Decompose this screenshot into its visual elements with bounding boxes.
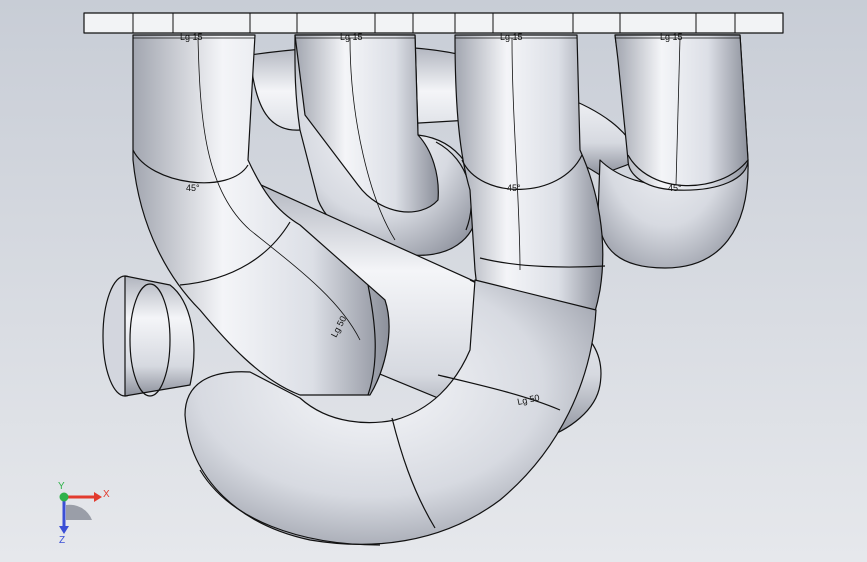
flange-lg-label-1: Lg 15	[180, 32, 203, 42]
model-viewport[interactable]: Lg 15 Lg 15 Lg 15 Lg 15 45° 45° 45° Lg 5…	[0, 0, 867, 562]
axis-y-label: Y	[58, 481, 65, 492]
flange-lg-label-3: Lg 15	[500, 32, 523, 42]
flange-lg-label-4: Lg 15	[660, 32, 683, 42]
axis-z-label: Z	[59, 535, 65, 546]
axis-x-label: X	[103, 489, 110, 500]
flange-lg-label-2: Lg 15	[340, 32, 363, 42]
flange-plate[interactable]	[83, 12, 784, 34]
arrow-y-icon	[59, 492, 69, 502]
angle-label-3: 45°	[668, 183, 682, 193]
runner-4-front[interactable]	[614, 34, 749, 191]
angle-label-2: 45°	[507, 183, 521, 193]
angle-label-1: 45°	[186, 183, 200, 193]
